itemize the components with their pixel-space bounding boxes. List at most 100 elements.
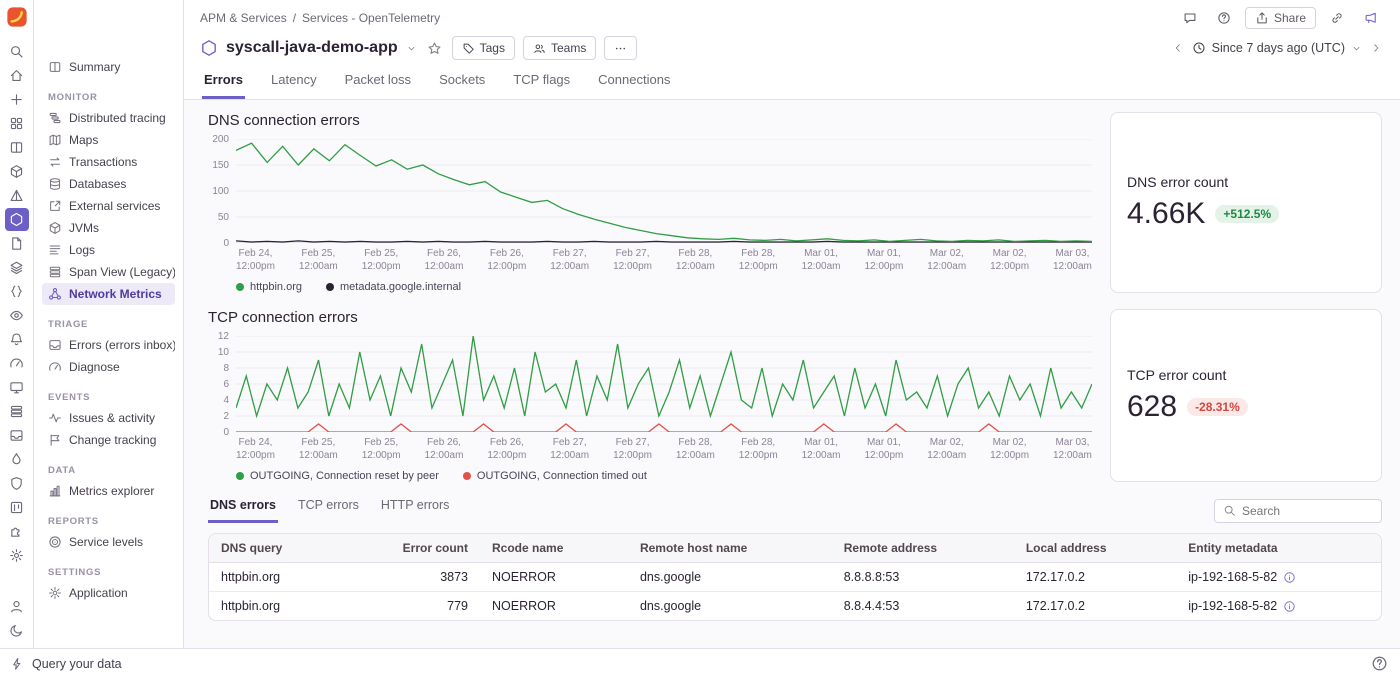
rail-plus-icon[interactable]: [5, 88, 29, 111]
swap-icon: [48, 155, 62, 169]
sidebar-item-external-services[interactable]: External services: [42, 195, 175, 217]
sidebar-item-errors-errors-inbox[interactable]: Errors (errors inbox): [42, 334, 175, 356]
legend-dot: [236, 472, 244, 480]
favorite-star-button[interactable]: [425, 39, 444, 58]
help-button[interactable]: [1369, 653, 1390, 674]
rail-top-icons: [5, 40, 29, 567]
rail-kanban-icon[interactable]: [5, 496, 29, 519]
column-header-dns-query[interactable]: DNS query: [209, 534, 341, 563]
rail-cube-icon[interactable]: [5, 160, 29, 183]
chat-button[interactable]: [1177, 7, 1203, 29]
rail-monitor-icon[interactable]: [5, 376, 29, 399]
rail-eye-icon[interactable]: [5, 304, 29, 327]
sidebar-item-jvms[interactable]: JVMs: [42, 217, 175, 239]
tab-tcp-flags[interactable]: TCP flags: [511, 72, 572, 99]
table-row[interactable]: httpbin.org779NOERRORdns.google8.8.4.4:5…: [209, 592, 1381, 621]
sidebar-item-network-metrics[interactable]: Network Metrics: [42, 283, 175, 305]
tab-connections[interactable]: Connections: [596, 72, 672, 99]
tab-latency[interactable]: Latency: [269, 72, 319, 99]
column-header-rcode-name[interactable]: Rcode name: [480, 534, 628, 563]
sidebar-item-issues-activity[interactable]: Issues & activity: [42, 407, 175, 429]
sidebar-item-databases[interactable]: Databases: [42, 173, 175, 195]
sidebar-item-span-view-legacy[interactable]: Span View (Legacy): [42, 261, 175, 283]
tab-packet-loss[interactable]: Packet loss: [343, 72, 413, 99]
legend-item[interactable]: OUTGOING, Connection reset by peer: [236, 470, 439, 482]
tab-errors[interactable]: Errors: [202, 72, 245, 99]
rail-flame-icon[interactable]: [5, 448, 29, 471]
help-button[interactable]: [1211, 7, 1237, 29]
service-switcher-caret[interactable]: [406, 43, 417, 54]
detail-tab-dns-errors[interactable]: DNS errors: [208, 498, 278, 523]
rail-home-icon[interactable]: [5, 64, 29, 87]
column-header-error-count[interactable]: Error count: [341, 534, 480, 563]
rail-user-icon[interactable]: [5, 595, 29, 618]
sidebar-item-distributed-tracing[interactable]: Distributed tracing: [42, 107, 175, 129]
x-tick-label: Mar 02, 12:00pm: [990, 436, 1029, 462]
column-header-entity-metadata[interactable]: Entity metadata: [1176, 534, 1381, 563]
sidebar-sections: MONITORDistributed tracingMapsTransactio…: [42, 92, 175, 604]
sidebar-item-logs[interactable]: Logs: [42, 239, 175, 261]
x-tick-label: Feb 28, 12:00pm: [739, 436, 778, 462]
app-logo[interactable]: [6, 6, 28, 28]
sidebar-item-application[interactable]: Application: [42, 582, 175, 604]
column-header-remote-host-name[interactable]: Remote host name: [628, 534, 832, 563]
sidebar-item-change-tracking[interactable]: Change tracking: [42, 429, 175, 451]
rail-gauge-icon[interactable]: [5, 352, 29, 375]
rail-shield-icon[interactable]: [5, 472, 29, 495]
megaphone-button[interactable]: [1358, 7, 1384, 29]
breadcrumb-apm-services[interactable]: APM & Services: [200, 11, 287, 25]
rail-columns-icon[interactable]: [5, 136, 29, 159]
breadcrumb-services-opentelemetry[interactable]: Services - OpenTelemetry: [302, 11, 440, 25]
search-input[interactable]: [1242, 504, 1373, 518]
legend-item[interactable]: OUTGOING, Connection timed out: [463, 470, 647, 482]
rail-puzzle-icon[interactable]: [5, 520, 29, 543]
time-range-button[interactable]: Since 7 days ago (UTC): [1188, 39, 1366, 57]
rail-stack-icon[interactable]: [5, 400, 29, 423]
rail-hexagon-icon[interactable]: [5, 208, 29, 231]
search-icon: [1223, 504, 1236, 517]
detail-tab-tcp-errors[interactable]: TCP errors: [296, 498, 361, 523]
sidebar-item-service-levels[interactable]: Service levels: [42, 531, 175, 553]
x-tick-label: Feb 26, 12:00pm: [487, 247, 526, 273]
service-hexagon-icon: [200, 39, 218, 57]
sidebar-item-diagnose[interactable]: Diagnose: [42, 356, 175, 378]
rail-braces-icon[interactable]: [5, 280, 29, 303]
dots-button[interactable]: [604, 36, 637, 60]
rail-gear-icon[interactable]: [5, 544, 29, 567]
legend-item[interactable]: metadata.google.internal: [326, 281, 461, 293]
rail-grid-icon[interactable]: [5, 112, 29, 135]
rail-search-icon[interactable]: [5, 40, 29, 63]
rail-moon-icon[interactable]: [5, 619, 29, 642]
chart-canvas[interactable]: [236, 336, 1092, 432]
detail-tab-http-errors[interactable]: HTTP errors: [379, 498, 452, 523]
rail-file-icon[interactable]: [5, 232, 29, 255]
info-icon[interactable]: [1283, 571, 1296, 584]
tags-button[interactable]: Tags: [452, 36, 515, 60]
sidebar-item-summary[interactable]: Summary: [42, 56, 175, 78]
time-back-button[interactable]: [1170, 40, 1186, 56]
query-your-data-button[interactable]: Query your data: [10, 657, 122, 671]
time-forward-button[interactable]: [1368, 40, 1384, 56]
y-tick-label: 100: [212, 186, 229, 197]
share-button[interactable]: Share: [1245, 7, 1316, 29]
x-tick-label: Mar 03, 12:00am: [1053, 247, 1092, 273]
rail-inbox-icon[interactable]: [5, 424, 29, 447]
table-row[interactable]: httpbin.org3873NOERRORdns.google8.8.8.8:…: [209, 563, 1381, 592]
sidebar-item-maps[interactable]: Maps: [42, 129, 175, 151]
chart-canvas[interactable]: [236, 139, 1092, 243]
sidebar-item-label: Change tracking: [69, 433, 156, 447]
rail-layers-icon[interactable]: [5, 256, 29, 279]
sidebar-section-header: EVENTS: [48, 392, 169, 403]
teams-button[interactable]: Teams: [523, 36, 596, 60]
rail-bell-icon[interactable]: [5, 328, 29, 351]
legend-item[interactable]: httpbin.org: [236, 281, 302, 293]
column-header-local-address[interactable]: Local address: [1014, 534, 1176, 563]
dns-error-delta-badge: +512.5%: [1215, 205, 1279, 223]
column-header-remote-address[interactable]: Remote address: [832, 534, 1014, 563]
sidebar-item-transactions[interactable]: Transactions: [42, 151, 175, 173]
tab-sockets[interactable]: Sockets: [437, 72, 487, 99]
link-button[interactable]: [1324, 7, 1350, 29]
rail-pyramid-icon[interactable]: [5, 184, 29, 207]
info-icon[interactable]: [1283, 600, 1296, 613]
sidebar-item-metrics-explorer[interactable]: Metrics explorer: [42, 480, 175, 502]
